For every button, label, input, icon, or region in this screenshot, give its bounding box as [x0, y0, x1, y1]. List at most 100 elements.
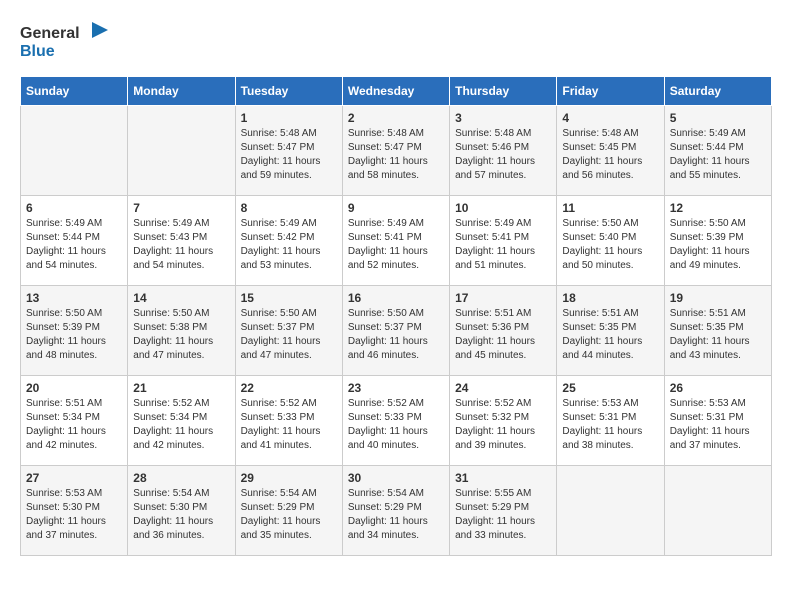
page-header: GeneralBlue: [20, 20, 772, 60]
day-detail: Sunrise: 5:49 AMSunset: 5:44 PMDaylight:…: [670, 127, 766, 183]
day-detail: Sunrise: 5:50 AMSunset: 5:39 PMDaylight:…: [670, 217, 766, 273]
calendar-cell: 12 Sunrise: 5:50 AMSunset: 5:39 PMDayligh…: [664, 196, 771, 286]
day-detail: Sunrise: 5:51 AMSunset: 5:35 PMDaylight:…: [562, 307, 658, 363]
day-number: 9: [348, 201, 444, 215]
calendar-cell: [128, 106, 235, 196]
weekday-header-tuesday: Tuesday: [235, 77, 342, 106]
calendar-cell: 3 Sunrise: 5:48 AMSunset: 5:46 PMDaylight…: [450, 106, 557, 196]
day-detail: Sunrise: 5:53 AMSunset: 5:31 PMDaylight:…: [562, 397, 658, 453]
day-detail: Sunrise: 5:52 AMSunset: 5:32 PMDaylight:…: [455, 397, 551, 453]
calendar-cell: 2 Sunrise: 5:48 AMSunset: 5:47 PMDaylight…: [342, 106, 449, 196]
calendar-cell: [21, 106, 128, 196]
day-detail: Sunrise: 5:49 AMSunset: 5:43 PMDaylight:…: [133, 217, 229, 273]
day-detail: Sunrise: 5:51 AMSunset: 5:35 PMDaylight:…: [670, 307, 766, 363]
weekday-header-monday: Monday: [128, 77, 235, 106]
weekday-header-wednesday: Wednesday: [342, 77, 449, 106]
calendar-cell: [557, 466, 664, 556]
weekday-header-sunday: Sunday: [21, 77, 128, 106]
day-detail: Sunrise: 5:52 AMSunset: 5:33 PMDaylight:…: [241, 397, 337, 453]
day-detail: Sunrise: 5:50 AMSunset: 5:38 PMDaylight:…: [133, 307, 229, 363]
calendar-cell: 26 Sunrise: 5:53 AMSunset: 5:31 PMDayligh…: [664, 376, 771, 466]
day-detail: Sunrise: 5:55 AMSunset: 5:29 PMDaylight:…: [455, 487, 551, 543]
day-number: 22: [241, 381, 337, 395]
day-number: 12: [670, 201, 766, 215]
day-detail: Sunrise: 5:50 AMSunset: 5:39 PMDaylight:…: [26, 307, 122, 363]
calendar-cell: 20 Sunrise: 5:51 AMSunset: 5:34 PMDayligh…: [21, 376, 128, 466]
day-detail: Sunrise: 5:50 AMSunset: 5:37 PMDaylight:…: [348, 307, 444, 363]
day-number: 30: [348, 471, 444, 485]
logo: GeneralBlue: [20, 20, 110, 60]
calendar-cell: 24 Sunrise: 5:52 AMSunset: 5:32 PMDayligh…: [450, 376, 557, 466]
day-number: 16: [348, 291, 444, 305]
day-number: 13: [26, 291, 122, 305]
day-detail: Sunrise: 5:48 AMSunset: 5:45 PMDaylight:…: [562, 127, 658, 183]
day-detail: Sunrise: 5:53 AMSunset: 5:31 PMDaylight:…: [670, 397, 766, 453]
calendar-cell: 21 Sunrise: 5:52 AMSunset: 5:34 PMDayligh…: [128, 376, 235, 466]
calendar-cell: 31 Sunrise: 5:55 AMSunset: 5:29 PMDayligh…: [450, 466, 557, 556]
calendar-cell: [664, 466, 771, 556]
calendar-cell: 27 Sunrise: 5:53 AMSunset: 5:30 PMDayligh…: [21, 466, 128, 556]
day-detail: Sunrise: 5:51 AMSunset: 5:36 PMDaylight:…: [455, 307, 551, 363]
calendar-cell: 7 Sunrise: 5:49 AMSunset: 5:43 PMDaylight…: [128, 196, 235, 286]
day-number: 21: [133, 381, 229, 395]
day-number: 14: [133, 291, 229, 305]
day-number: 29: [241, 471, 337, 485]
day-number: 7: [133, 201, 229, 215]
svg-text:Blue: Blue: [20, 43, 55, 60]
day-number: 3: [455, 111, 551, 125]
day-number: 31: [455, 471, 551, 485]
day-detail: Sunrise: 5:48 AMSunset: 5:46 PMDaylight:…: [455, 127, 551, 183]
day-detail: Sunrise: 5:50 AMSunset: 5:40 PMDaylight:…: [562, 217, 658, 273]
day-number: 27: [26, 471, 122, 485]
day-number: 10: [455, 201, 551, 215]
calendar-cell: 30Sunrise: 5:54 AMSunset: 5:29 PMDayligh…: [342, 466, 449, 556]
day-number: 23: [348, 381, 444, 395]
day-detail: Sunrise: 5:52 AMSunset: 5:34 PMDaylight:…: [133, 397, 229, 453]
day-number: 20: [26, 381, 122, 395]
day-detail: Sunrise: 5:54 AMSunset: 5:29 PMDaylight:…: [241, 487, 337, 543]
calendar-cell: 6 Sunrise: 5:49 AMSunset: 5:44 PMDaylight…: [21, 196, 128, 286]
day-number: 18: [562, 291, 658, 305]
calendar-table: SundayMondayTuesdayWednesdayThursdayFrid…: [20, 76, 772, 556]
calendar-cell: 18 Sunrise: 5:51 AMSunset: 5:35 PMDayligh…: [557, 286, 664, 376]
day-number: 11: [562, 201, 658, 215]
weekday-header-thursday: Thursday: [450, 77, 557, 106]
calendar-cell: 17 Sunrise: 5:51 AMSunset: 5:36 PMDayligh…: [450, 286, 557, 376]
day-detail: Sunrise: 5:49 AMSunset: 5:41 PMDaylight:…: [455, 217, 551, 273]
day-number: 28: [133, 471, 229, 485]
day-number: 24: [455, 381, 551, 395]
calendar-cell: 29 Sunrise: 5:54 AMSunset: 5:29 PMDayligh…: [235, 466, 342, 556]
calendar-cell: 4 Sunrise: 5:48 AMSunset: 5:45 PMDaylight…: [557, 106, 664, 196]
day-detail: Sunrise: 5:48 AMSunset: 5:47 PMDaylight:…: [348, 127, 444, 183]
calendar-cell: 10 Sunrise: 5:49 AMSunset: 5:41 PMDayligh…: [450, 196, 557, 286]
day-number: 26: [670, 381, 766, 395]
day-number: 25: [562, 381, 658, 395]
day-detail: Sunrise: 5:49 AMSunset: 5:44 PMDaylight:…: [26, 217, 122, 273]
calendar-cell: 9Sunrise: 5:49 AMSunset: 5:41 PMDaylight…: [342, 196, 449, 286]
day-detail: Sunrise: 5:53 AMSunset: 5:30 PMDaylight:…: [26, 487, 122, 543]
day-number: 5: [670, 111, 766, 125]
day-number: 8: [241, 201, 337, 215]
calendar-week-row: 13 Sunrise: 5:50 AMSunset: 5:39 PMDayligh…: [21, 286, 772, 376]
day-number: 2: [348, 111, 444, 125]
svg-text:General: General: [20, 25, 80, 42]
calendar-week-row: 1Sunrise: 5:48 AMSunset: 5:47 PMDaylight…: [21, 106, 772, 196]
calendar-cell: 1Sunrise: 5:48 AMSunset: 5:47 PMDaylight…: [235, 106, 342, 196]
calendar-cell: 19Sunrise: 5:51 AMSunset: 5:35 PMDayligh…: [664, 286, 771, 376]
calendar-cell: 25 Sunrise: 5:53 AMSunset: 5:31 PMDayligh…: [557, 376, 664, 466]
calendar-cell: 14 Sunrise: 5:50 AMSunset: 5:38 PMDayligh…: [128, 286, 235, 376]
day-number: 17: [455, 291, 551, 305]
day-detail: Sunrise: 5:51 AMSunset: 5:34 PMDaylight:…: [26, 397, 122, 453]
calendar-cell: 23 Sunrise: 5:52 AMSunset: 5:33 PMDayligh…: [342, 376, 449, 466]
day-detail: Sunrise: 5:50 AMSunset: 5:37 PMDaylight:…: [241, 307, 337, 363]
day-detail: Sunrise: 5:48 AMSunset: 5:47 PMDaylight:…: [241, 127, 337, 183]
day-detail: Sunrise: 5:54 AMSunset: 5:30 PMDaylight:…: [133, 487, 229, 543]
day-number: 6: [26, 201, 122, 215]
calendar-week-row: 20 Sunrise: 5:51 AMSunset: 5:34 PMDayligh…: [21, 376, 772, 466]
calendar-week-row: 27 Sunrise: 5:53 AMSunset: 5:30 PMDayligh…: [21, 466, 772, 556]
day-number: 15: [241, 291, 337, 305]
calendar-cell: 13 Sunrise: 5:50 AMSunset: 5:39 PMDayligh…: [21, 286, 128, 376]
day-detail: Sunrise: 5:52 AMSunset: 5:33 PMDaylight:…: [348, 397, 444, 453]
day-number: 4: [562, 111, 658, 125]
calendar-cell: 8Sunrise: 5:49 AMSunset: 5:42 PMDaylight…: [235, 196, 342, 286]
